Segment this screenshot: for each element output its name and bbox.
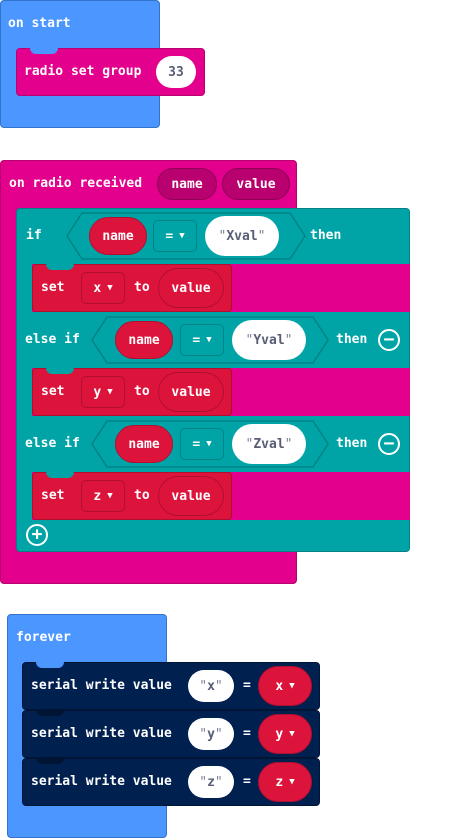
- serial-write-y-label: serial write value: [31, 726, 172, 741]
- on-radio-received-label: on radio received: [9, 176, 143, 191]
- plus-circle-icon[interactable]: +: [26, 524, 48, 546]
- then-label-1: then: [310, 228, 342, 243]
- cond3-operator-dropdown[interactable]: = ▼: [180, 428, 224, 460]
- cond3-name-pill[interactable]: name: [115, 425, 173, 463]
- caret-down-icon: ▼: [206, 439, 212, 449]
- serial-z-var-text: z: [275, 774, 284, 790]
- to-label-z: to: [134, 488, 150, 503]
- serial-y-name-text: y: [207, 726, 215, 742]
- set-y-notch: [46, 368, 74, 374]
- to-label-x: to: [134, 280, 150, 295]
- serial-z-name-text: z: [207, 774, 215, 790]
- radio-set-group-notch: [30, 48, 58, 54]
- serial-write-z-notch: [36, 758, 64, 764]
- else-if-label-2: else if: [25, 436, 80, 451]
- caret-down-icon: ▼: [289, 729, 295, 739]
- caret-down-icon: ▼: [107, 283, 113, 293]
- caret-down-icon: ▼: [107, 387, 113, 397]
- serial-y-eq: =: [243, 726, 251, 741]
- serial-write-z-label: serial write value: [31, 774, 172, 789]
- serial-x-var-text: x: [275, 678, 284, 694]
- serial-z-var-pill[interactable]: z ▼: [258, 762, 312, 802]
- var-x-dropdown[interactable]: x ▼: [81, 272, 125, 304]
- if-label: if: [26, 228, 42, 243]
- serial-x-eq: =: [243, 678, 251, 693]
- caret-down-icon: ▼: [289, 681, 295, 691]
- set-z-label: set: [41, 488, 65, 503]
- serial-x-name-string[interactable]: " x ": [188, 670, 234, 702]
- caret-down-icon: ▼: [107, 491, 113, 501]
- minus-circle-icon[interactable]: −: [378, 433, 400, 455]
- if-right-mask: [410, 208, 461, 552]
- cond3-string-pill[interactable]: " Zval ": [232, 424, 306, 464]
- cond2-operator-dropdown[interactable]: = ▼: [180, 324, 224, 356]
- set-x-notch: [46, 264, 74, 270]
- eq-op-text: =: [165, 228, 174, 244]
- cond1-operator-dropdown[interactable]: = ▼: [153, 220, 197, 252]
- serial-write-x-notch: [36, 662, 64, 668]
- cond1-name-pill[interactable]: name: [89, 217, 147, 255]
- var-z-text: z: [93, 488, 102, 504]
- minus-circle-icon[interactable]: −: [378, 329, 400, 351]
- serial-write-x-label: serial write value: [31, 678, 172, 693]
- set-x-label: set: [41, 280, 65, 295]
- eq-op-text: =: [192, 436, 201, 452]
- serial-y-var-pill[interactable]: y ▼: [258, 714, 312, 754]
- then-label-3: then: [336, 436, 368, 451]
- var-x-text: x: [93, 280, 102, 296]
- param-value-pill[interactable]: value: [222, 168, 290, 200]
- eq-op-text: =: [192, 332, 201, 348]
- caret-down-icon: ▼: [289, 777, 295, 787]
- then-label-2: then: [336, 332, 368, 347]
- set-z-notch: [46, 472, 74, 478]
- cond2-string-pill[interactable]: " Yval ": [232, 320, 306, 360]
- caret-down-icon: ▼: [179, 231, 185, 241]
- else-if-label-1: else if: [25, 332, 80, 347]
- radio-set-group-label: radio set group: [24, 64, 142, 79]
- serial-z-name-string[interactable]: " z ": [188, 766, 234, 798]
- serial-z-eq: =: [243, 774, 251, 789]
- group-number-input[interactable]: 33: [156, 56, 196, 88]
- cond2-name-pill[interactable]: name: [115, 321, 173, 359]
- serial-x-var-pill[interactable]: x ▼: [258, 666, 312, 706]
- caret-down-icon: ▼: [206, 335, 212, 345]
- set-x-value-pill[interactable]: value: [158, 268, 224, 308]
- set-y-value-pill[interactable]: value: [158, 372, 224, 412]
- cond3-string-text: Zval: [253, 436, 285, 452]
- serial-y-name-string[interactable]: " y ": [188, 718, 234, 750]
- param-name-pill[interactable]: name: [157, 168, 217, 200]
- cond2-string-text: Yval: [253, 332, 285, 348]
- set-z-value-pill[interactable]: value: [158, 476, 224, 516]
- var-y-dropdown[interactable]: y ▼: [81, 376, 125, 408]
- to-label-y: to: [134, 384, 150, 399]
- var-y-text: y: [93, 384, 102, 400]
- cond1-string-pill[interactable]: " Xval ": [205, 216, 279, 256]
- forever-label: forever: [16, 630, 71, 645]
- set-y-label: set: [41, 384, 65, 399]
- on-start-label: on start: [8, 16, 71, 31]
- var-z-dropdown[interactable]: z ▼: [81, 480, 125, 512]
- serial-x-name-text: x: [207, 678, 215, 694]
- cond1-string-text: Xval: [226, 228, 258, 244]
- serial-y-var-text: y: [275, 726, 284, 742]
- serial-write-y-notch: [36, 710, 64, 716]
- blocks-workspace[interactable]: on start radio set group 33 on radio rec…: [0, 0, 461, 838]
